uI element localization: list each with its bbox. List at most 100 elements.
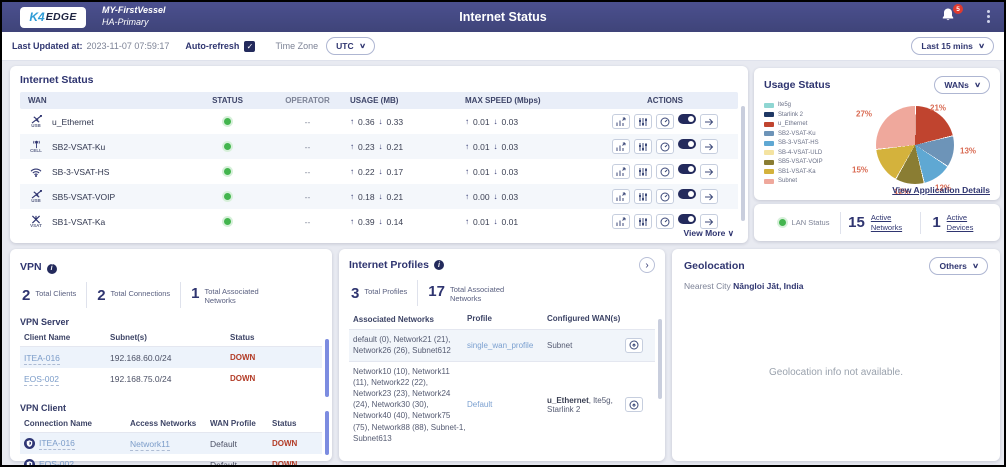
- time-zone-value: UTC: [336, 41, 353, 51]
- run-speedtest-button[interactable]: [625, 338, 643, 353]
- auto-refresh-checkbox[interactable]: ✓: [244, 41, 255, 52]
- wan-enable-toggle[interactable]: [678, 114, 696, 124]
- expand-panel-button[interactable]: ›: [639, 257, 655, 273]
- view-more-link[interactable]: View More ∨: [684, 228, 735, 239]
- wan-speedtest-button[interactable]: [656, 114, 674, 129]
- vpn-client-row: EOS-002 ---- Default DOWN: [20, 454, 322, 467]
- active-devices-count: 1: [932, 214, 940, 231]
- wan-operator: --: [265, 192, 350, 202]
- pie-label: 15%: [852, 166, 868, 175]
- vpn-client-scrollbar[interactable]: [325, 411, 329, 455]
- wan-usage-chart-button[interactable]: [612, 114, 630, 129]
- info-icon[interactable]: i: [434, 260, 444, 270]
- wan-operator: --: [265, 167, 350, 177]
- vpn-server-scrollbar[interactable]: [325, 339, 329, 397]
- vpn-connection-name-link[interactable]: EOS-002: [39, 459, 74, 467]
- vpn-client-name-link[interactable]: ITEA-016: [24, 353, 60, 365]
- download-arrow-icon: ↓: [379, 217, 383, 226]
- profiles-scrollbar[interactable]: [658, 319, 662, 399]
- wan-config-button[interactable]: [634, 164, 652, 179]
- col-status: STATUS: [190, 96, 265, 105]
- wan-usage-chart-button[interactable]: [612, 139, 630, 154]
- legend-item: Starlink 2: [764, 112, 846, 118]
- wan-speedtest-button[interactable]: [656, 189, 674, 204]
- legend-item: SB-3-VSAT-HS: [764, 140, 846, 146]
- wan-config-button[interactable]: [634, 114, 652, 129]
- download-arrow-icon: ↓: [379, 167, 383, 176]
- wan-config-button[interactable]: [634, 214, 652, 229]
- status-online-dot: [224, 143, 231, 150]
- wan-speedtest-button[interactable]: [656, 214, 674, 229]
- vpn-server-row: EOS-002 192.168.75.0/24 DOWN: [20, 368, 322, 389]
- download-arrow-icon: ↓: [494, 117, 498, 126]
- status-online-dot: [224, 218, 231, 225]
- vpn-panel: VPNi 2Total Clients 2Total Connections 1…: [10, 249, 332, 461]
- wan-details-button[interactable]: [700, 164, 718, 179]
- run-speedtest-button[interactable]: [625, 397, 643, 412]
- logo-edge-text: EDGE: [46, 11, 77, 23]
- top-bar: K4 EDGE MY-FirstVessel HA-Primary Intern…: [2, 2, 1004, 32]
- wan-enable-toggle[interactable]: [678, 214, 696, 224]
- active-networks-link[interactable]: Active Networks: [871, 213, 913, 232]
- view-application-details-link[interactable]: View Application Details: [892, 185, 990, 195]
- download-arrow-icon: ↓: [494, 142, 498, 151]
- k4-edge-logo: K4 EDGE: [20, 7, 86, 28]
- vpn-client-name-link[interactable]: EOS-002: [24, 374, 59, 386]
- vessel-name: MY-FirstVessel: [102, 5, 166, 17]
- chevron-down-icon: ∨: [728, 228, 734, 238]
- geolocation-filter-dropdown[interactable]: Others ∨: [929, 257, 988, 275]
- page-title: Internet Status: [459, 10, 547, 24]
- vpn-client-row: ITEA-016 Network11 Default DOWN: [20, 433, 322, 454]
- usb-wan-icon: USB: [28, 190, 44, 203]
- download-arrow-icon: ↓: [494, 167, 498, 176]
- pie-label: 21%: [930, 104, 946, 113]
- notifications-bell-icon[interactable]: 5: [940, 7, 960, 27]
- access-network-link[interactable]: Network11: [130, 439, 170, 451]
- active-devices-link[interactable]: Active Devices: [947, 213, 989, 232]
- wan-usage-chart-button[interactable]: [612, 189, 630, 204]
- profile-row: Network10 (10), Network11 (11), Network2…: [349, 362, 655, 448]
- wan-details-button[interactable]: [700, 189, 718, 204]
- time-range-dropdown[interactable]: Last 15 mins ∨: [911, 37, 994, 55]
- upload-arrow-icon: ↑: [465, 192, 469, 201]
- associated-networks: Network10 (10), Network11 (11), Network2…: [349, 366, 467, 444]
- legend-item: SB1-VSAT-Ka: [764, 169, 846, 175]
- wan-config-button[interactable]: [634, 189, 652, 204]
- profile-link[interactable]: single_wan_profile: [467, 341, 533, 350]
- table-scrollbar[interactable]: [741, 106, 745, 221]
- wan-details-button[interactable]: [700, 139, 718, 154]
- wan-row: USB u_Ethernet -- ↑0.36↓0.33 ↑0.01↓0.03: [20, 109, 738, 134]
- profile-link[interactable]: Default: [467, 400, 492, 409]
- wan-enable-toggle[interactable]: [678, 189, 696, 199]
- internet-profiles-title: Internet Profiles: [349, 259, 429, 271]
- dashboard-root: K4 EDGE MY-FirstVessel HA-Primary Intern…: [0, 0, 1006, 467]
- usage-pie-chart[interactable]: [876, 106, 954, 184]
- wan-speedtest-button[interactable]: [656, 164, 674, 179]
- wan-usage-chart-button[interactable]: [612, 214, 630, 229]
- geolocation-empty-message: Geolocation info not available.: [672, 367, 1000, 378]
- wan-details-button[interactable]: [700, 114, 718, 129]
- wan-enable-toggle[interactable]: [678, 164, 696, 174]
- wan-config-button[interactable]: [634, 139, 652, 154]
- wan-enable-toggle[interactable]: [678, 139, 696, 149]
- wan-details-button[interactable]: [700, 214, 718, 229]
- auto-refresh-label: Auto-refresh: [185, 41, 239, 51]
- upload-arrow-icon: ↑: [465, 217, 469, 226]
- vpn-server-title: VPN Server: [20, 317, 322, 327]
- vessel-selector[interactable]: MY-FirstVessel HA-Primary: [102, 5, 166, 28]
- overflow-menu-icon[interactable]: [986, 10, 990, 26]
- time-zone-dropdown[interactable]: UTC ∨: [326, 37, 375, 55]
- geolocation-panel: Geolocation Others ∨ Nearest City Nānglo…: [672, 249, 1000, 461]
- lan-status-card: LAN Status 15 Active Networks 1 Active D…: [754, 204, 1000, 241]
- col-max-speed: MAX SPEED (Mbps): [465, 96, 595, 105]
- info-icon[interactable]: i: [47, 264, 57, 274]
- lan-status-dot: [779, 219, 786, 226]
- wan-usage-chart-button[interactable]: [612, 164, 630, 179]
- vpn-connection-name-link[interactable]: ITEA-016: [39, 438, 75, 450]
- legend-item: SB2-VSAT-Ku: [764, 131, 846, 137]
- wan-speedtest-button[interactable]: [656, 139, 674, 154]
- download-arrow-icon: ↓: [494, 192, 498, 201]
- internet-status-title: Internet Status: [20, 74, 738, 86]
- usage-filter-dropdown[interactable]: WANs ∨: [934, 76, 990, 94]
- usb-wan-icon: USB: [28, 115, 44, 128]
